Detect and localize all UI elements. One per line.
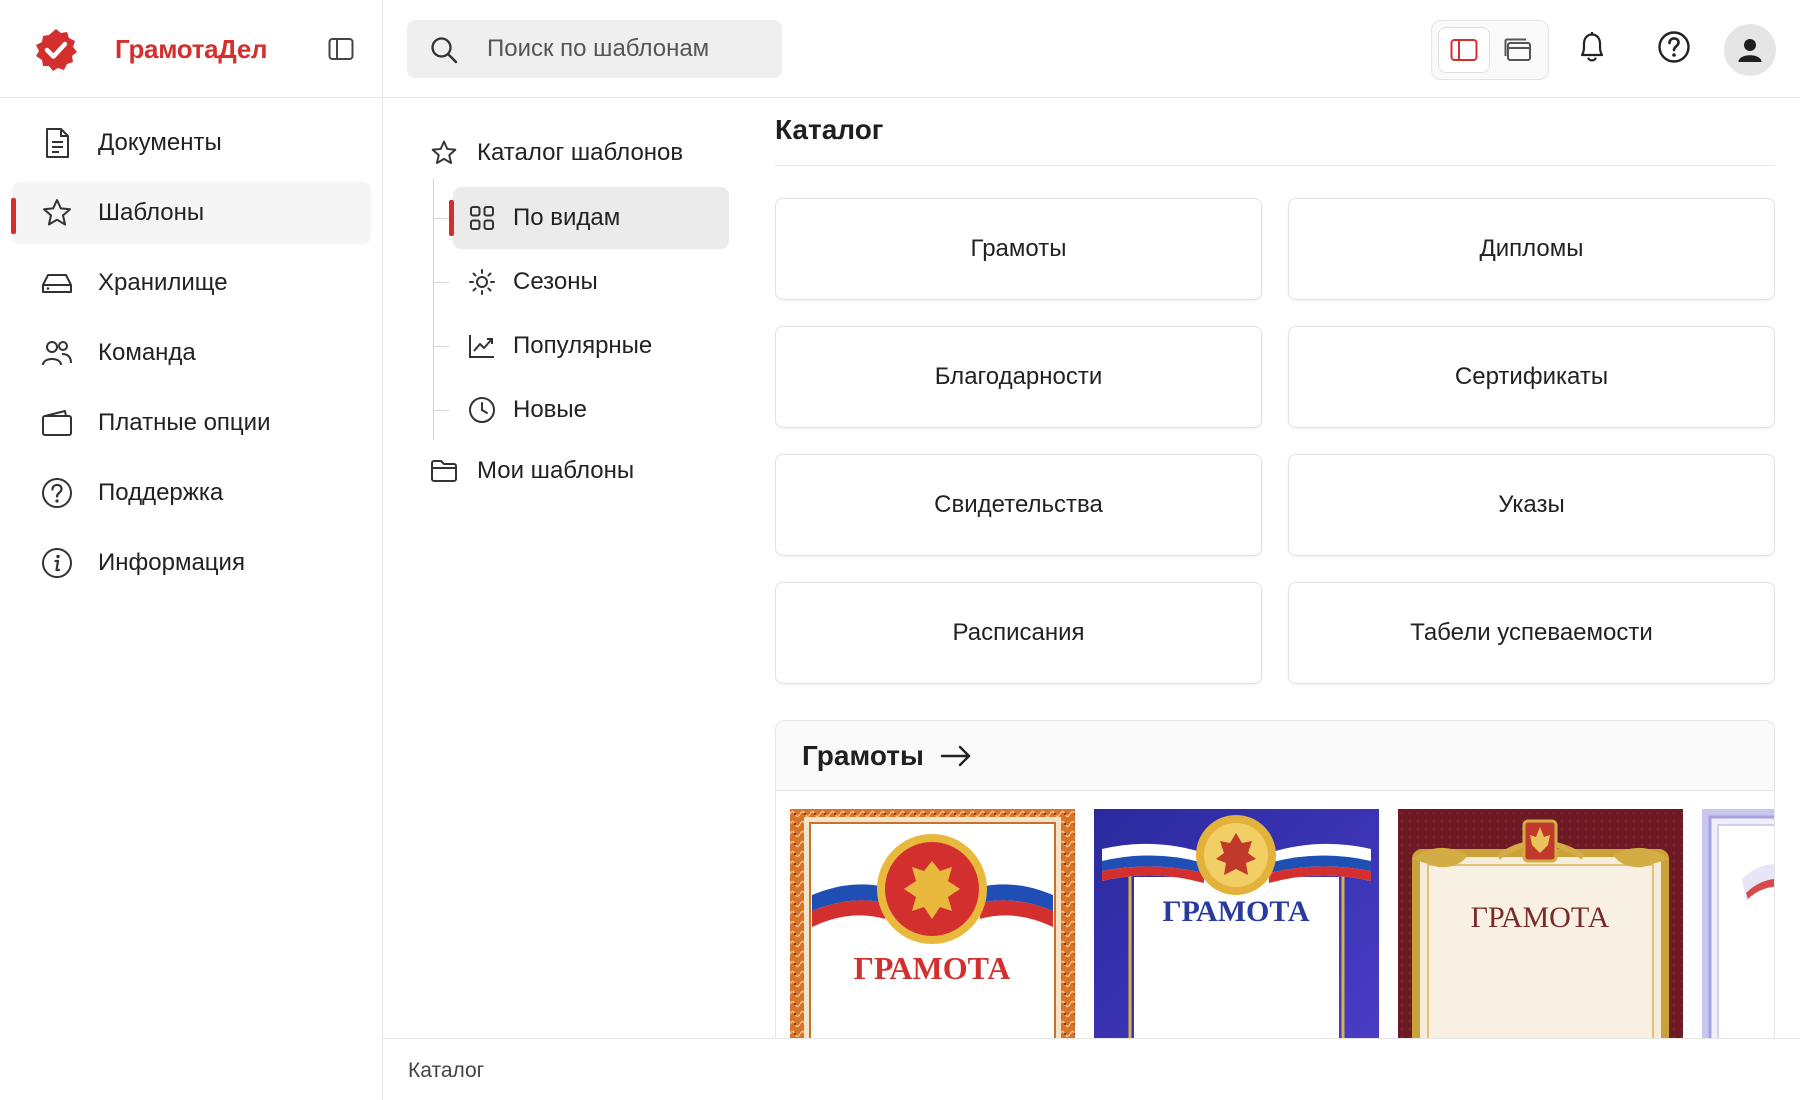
window-view-icon[interactable] (1492, 27, 1544, 73)
tree-item-popular[interactable]: Популярные (433, 315, 729, 377)
category-card-diplomy[interactable]: Дипломы (1288, 198, 1775, 300)
view-toggle (1431, 20, 1549, 80)
template-thumbnail[interactable] (1702, 809, 1774, 1038)
arrow-right-icon (940, 741, 974, 771)
sidebar-item-label: Платные опции (98, 409, 271, 436)
tree-item-by-type[interactable]: По видам (433, 187, 729, 249)
tree-item-label: Сезоны (513, 268, 598, 295)
brand-name[interactable]: ГрамотаДел (115, 34, 268, 65)
category-card-blagodarnosti[interactable]: Благодарности (775, 326, 1262, 428)
tree-item-my-templates[interactable]: Мои шаблоны (429, 456, 634, 486)
template-tree: Каталог шаблонов По видам Сезоны Популяр… (383, 98, 753, 1038)
sun-icon (467, 267, 497, 297)
tree-item-label: Мои шаблоны (477, 457, 635, 484)
star-icon (40, 196, 74, 230)
footer-breadcrumb: Каталог (408, 1059, 485, 1082)
star-icon (429, 138, 459, 168)
user-avatar-icon[interactable] (1724, 24, 1776, 76)
folder-icon (429, 456, 459, 486)
sidebar-item-storage[interactable]: Хранилище (12, 252, 371, 314)
thumbnail-caption: ГРАМОТА (854, 950, 1011, 986)
sidebar-item-label: Документы (98, 129, 222, 156)
section-title: Грамоты (802, 739, 924, 771)
sidebar: ГрамотаДел Документы Шаблоны Хранилище К… (0, 0, 383, 1100)
tree-item-catalog[interactable]: Каталог шаблонов (429, 138, 683, 168)
catalog-main: Каталог Грамоты Дипломы Благодарности Се… (775, 98, 1775, 1038)
thumbnail-caption: ГРАМОТА (1471, 901, 1610, 934)
tree-item-label: По видам (513, 204, 621, 231)
search-input[interactable] (487, 20, 767, 78)
category-card-raspisaniya[interactable]: Расписания (775, 582, 1262, 684)
section-header-link[interactable]: Грамоты (776, 721, 1774, 791)
document-icon (40, 126, 74, 160)
page-title: Каталог (775, 114, 884, 145)
sidebar-item-team[interactable]: Команда (12, 322, 371, 384)
info-icon (40, 546, 74, 580)
thumbnail-caption: ГРАМОТА (1162, 895, 1309, 928)
main-nav: Документы Шаблоны Хранилище Команда Плат… (0, 112, 383, 602)
search-box[interactable] (407, 20, 782, 78)
help-circle-icon (40, 476, 74, 510)
search-icon (429, 35, 459, 65)
logo-check-badge-icon[interactable] (33, 27, 79, 73)
wallet-icon (40, 406, 74, 440)
sidebar-item-information[interactable]: Информация (12, 532, 371, 594)
sidebar-item-label: Информация (98, 549, 245, 576)
sidebar-toggle-icon[interactable] (326, 34, 356, 64)
template-thumbnail[interactable]: ГРАМОТА (790, 809, 1075, 1038)
sidebar-item-support[interactable]: Поддержка (12, 462, 371, 524)
bell-icon[interactable] (1572, 27, 1612, 67)
status-bar: Каталог (383, 1038, 1800, 1100)
clock-icon (467, 395, 497, 425)
team-icon (40, 336, 74, 370)
template-thumbnail[interactable]: ГРАМОТА (1398, 809, 1683, 1038)
grid-icon (467, 203, 497, 233)
tree-item-new[interactable]: Новые (433, 379, 729, 441)
storage-icon (40, 266, 74, 300)
category-card-ukazy[interactable]: Указы (1288, 454, 1775, 556)
divider (775, 165, 1775, 166)
trending-icon (467, 331, 497, 361)
brand-bar: ГрамотаДел (0, 0, 383, 98)
thumbnail-strip: ГРАМОТА ГРАМОТА ГРАМОТА (790, 809, 1774, 1038)
sidebar-item-paid-options[interactable]: Платные опции (12, 392, 371, 454)
help-icon[interactable] (1654, 27, 1694, 67)
tree-item-label: Новые (513, 396, 588, 423)
sidebar-item-documents[interactable]: Документы (12, 112, 371, 174)
category-grid: Грамоты Дипломы Благодарности Сертификат… (775, 198, 1775, 684)
template-thumbnail[interactable]: ГРАМОТА (1094, 809, 1379, 1038)
tree-item-label: Каталог шаблонов (477, 139, 684, 166)
tree-item-label: Популярные (513, 332, 653, 359)
sidebar-item-label: Команда (98, 339, 196, 366)
tree-item-seasons[interactable]: Сезоны (433, 251, 729, 313)
top-bar (383, 0, 1800, 98)
sidebar-item-templates[interactable]: Шаблоны (11, 182, 371, 244)
category-card-sertifikaty[interactable]: Сертификаты (1288, 326, 1775, 428)
category-card-svidetelstva[interactable]: Свидетельства (775, 454, 1262, 556)
category-card-tabeli[interactable]: Табели успеваемости (1288, 582, 1775, 684)
gramoty-section: Грамоты ГРАМОТА ГРАМОТА ГРАМОТА (775, 720, 1775, 1038)
split-view-icon[interactable] (1438, 27, 1490, 73)
category-card-gramoty[interactable]: Грамоты (775, 198, 1262, 300)
sidebar-item-label: Шаблоны (98, 199, 205, 226)
sidebar-item-label: Поддержка (98, 479, 224, 506)
sidebar-item-label: Хранилище (98, 269, 228, 296)
